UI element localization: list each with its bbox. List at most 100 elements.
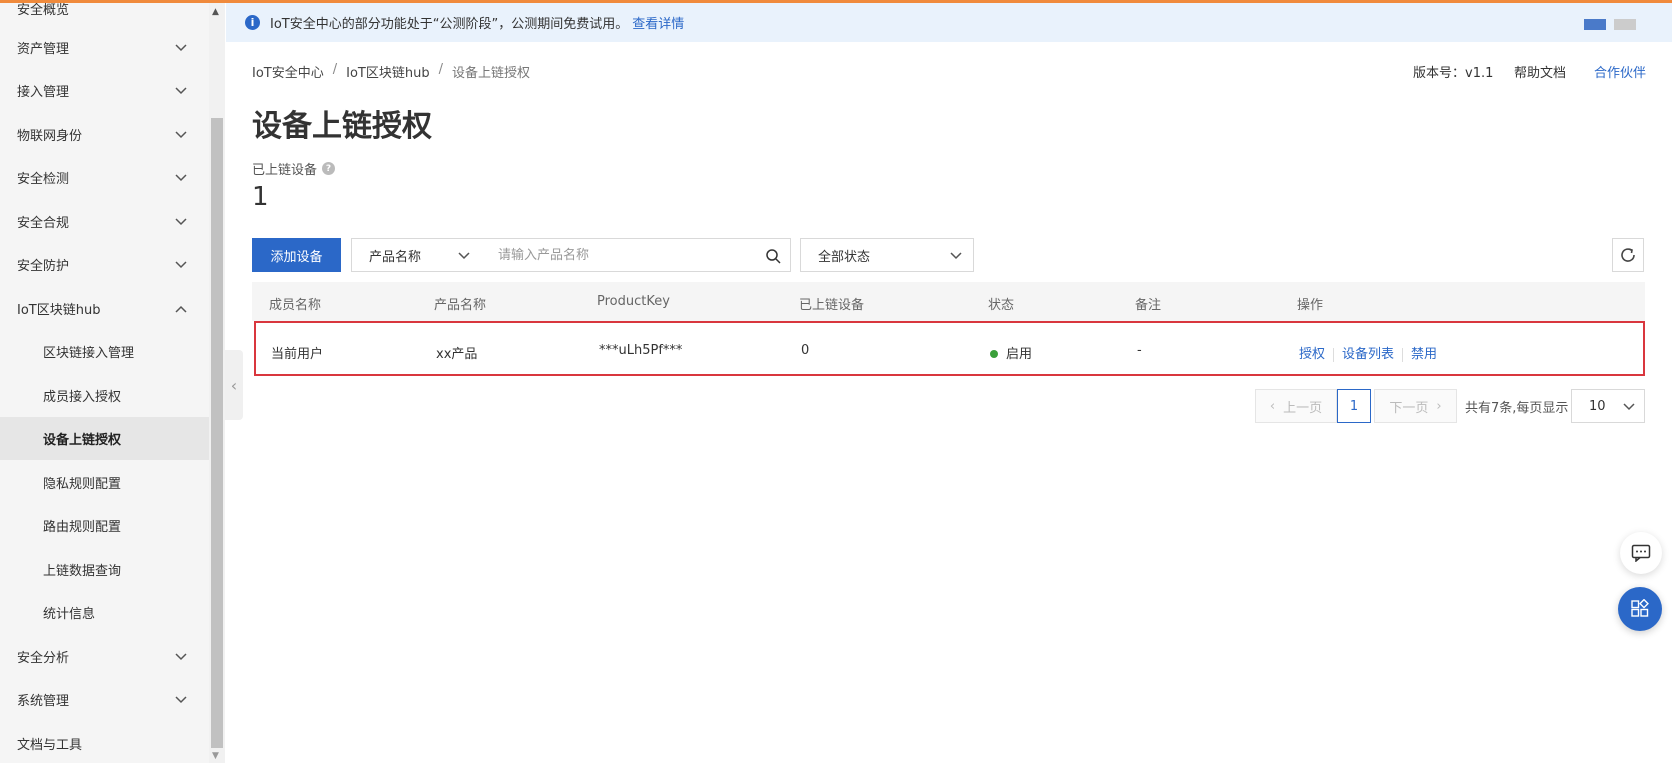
sidebar-item-label: 文档与工具 — [17, 738, 83, 753]
sidebar-item-label: 上链数据查询 — [43, 564, 122, 579]
cell-actions: 授权 设备列表 禁用 — [1299, 343, 1437, 362]
chevron-down-icon — [1623, 403, 1635, 411]
sidebar-item-label: 路由规则配置 — [43, 520, 122, 535]
banner-details-link[interactable]: 查看详情 — [632, 13, 684, 32]
sidebar-item-docs-tools[interactable]: 文档与工具 — [0, 722, 209, 763]
table-row: 当前用户 xx产品 ***uLh5Pf*** 0 启用 - 授权 设备列表 禁用 — [254, 321, 1645, 376]
sidebar-item-blockchain-hub[interactable]: IoT区块链hub — [0, 287, 209, 330]
stat-label: 已上链设备 ? — [252, 159, 336, 178]
sidebar-item-access[interactable]: 接入管理 — [0, 69, 209, 112]
page-number-current[interactable]: 1 — [1337, 389, 1371, 423]
sidebar-item-compliance[interactable]: 安全合规 — [0, 200, 209, 243]
authorize-link[interactable]: 授权 — [1299, 347, 1325, 362]
chevron-down-icon — [950, 252, 962, 260]
sidebar-item-chain-access[interactable]: 区块链接入管理 — [0, 330, 209, 373]
chevron-down-icon — [175, 44, 187, 52]
chevron-down-icon — [175, 131, 187, 139]
pagination-total: 共有7条,每页显示 — [1465, 401, 1569, 416]
chevron-down-icon — [175, 174, 187, 182]
sidebar-item-routing-rules[interactable]: 路由规则配置 — [0, 504, 209, 547]
sidebar-item-label: IoT区块链hub — [17, 303, 101, 318]
banner-indicator-active[interactable] — [1584, 19, 1606, 30]
scroll-up-arrow-icon[interactable]: ▲ — [212, 7, 219, 17]
sidebar-item-label: 安全防护 — [17, 259, 70, 274]
column-header: 状态 — [988, 298, 1015, 313]
sidebar-item-protection[interactable]: 安全防护 — [0, 243, 209, 286]
status-dot-icon — [990, 349, 998, 358]
page-title: 设备上链授权 — [252, 109, 432, 144]
next-page-label: 下一页 — [1389, 400, 1429, 416]
breadcrumb-item-home[interactable]: IoT安全中心 — [252, 62, 324, 81]
action-divider — [1333, 347, 1335, 362]
add-device-button[interactable]: 添加设备 — [252, 238, 341, 272]
sidebar-collapse-handle[interactable]: ‹ — [225, 350, 243, 420]
cell-remark: - — [1137, 343, 1142, 358]
stat-label-text: 已上链设备 — [252, 163, 318, 178]
sidebar-item-assets[interactable]: 资产管理 — [0, 26, 209, 69]
device-list-link[interactable]: 设备列表 — [1342, 347, 1394, 362]
search-box — [481, 238, 791, 272]
sidebar-item-iot-identity[interactable]: 物联网身份 — [0, 113, 209, 156]
column-header: ProductKey — [597, 294, 670, 309]
sidebar-item-statistics[interactable]: 统计信息 — [0, 591, 209, 634]
stat-value: 1 — [252, 182, 269, 212]
status-select[interactable]: 全部状态 — [800, 238, 974, 272]
disable-link[interactable]: 禁用 — [1411, 347, 1437, 362]
sidebar: 安全概览 资产管理 接入管理 物联网身份 安全检测 安全合规 安全防护 IoT区… — [0, 3, 209, 763]
info-icon: i — [245, 15, 260, 30]
sidebar-item-label: 区块链接入管理 — [43, 346, 135, 361]
cell-member: 当前用户 — [271, 347, 324, 362]
sidebar-item-label: 安全检测 — [17, 172, 70, 187]
help-docs-link[interactable]: 帮助文档 — [1514, 62, 1566, 81]
column-header: 已上链设备 — [799, 298, 865, 313]
sidebar-item-label: 系统管理 — [17, 694, 70, 709]
version-label: 版本号：v1.1 — [1413, 66, 1494, 81]
sidebar-item-member-auth[interactable]: 成员接入授权 — [0, 374, 209, 417]
chevron-down-icon — [175, 87, 187, 95]
sidebar-item-device-chain-auth[interactable]: 设备上链授权 — [0, 417, 209, 460]
question-icon[interactable]: ? — [322, 162, 336, 175]
partner-link[interactable]: 合作伙伴 — [1594, 62, 1646, 81]
sidebar-item-privacy-rules[interactable]: 隐私规则配置 — [0, 461, 209, 504]
apps-button[interactable] — [1618, 587, 1662, 631]
apps-icon — [1631, 599, 1649, 617]
sidebar-item-label: 接入管理 — [17, 85, 70, 100]
scrollbar-thumb[interactable] — [211, 118, 223, 748]
search-input[interactable] — [481, 239, 731, 271]
cell-devices: 0 — [801, 343, 810, 358]
sidebar-item-detection[interactable]: 安全检测 — [0, 156, 209, 199]
refresh-button[interactable] — [1612, 238, 1644, 272]
breadcrumb-separator: / — [332, 62, 338, 77]
chat-button[interactable] — [1620, 532, 1662, 574]
sidebar-scrollbar[interactable]: ▲ ▼ — [209, 3, 225, 763]
sidebar-item-label: 设备上链授权 — [43, 433, 122, 448]
sidebar-item-label: 安全概览 — [17, 3, 70, 18]
breadcrumb-item-hub[interactable]: IoT区块链hub — [346, 62, 429, 81]
status-text: 启用 — [1006, 347, 1033, 362]
sidebar-item-analysis[interactable]: 安全分析 — [0, 635, 209, 678]
sidebar-item-chain-data-query[interactable]: 上链数据查询 — [0, 548, 209, 591]
cell-status: 启用 — [990, 343, 1032, 362]
chevron-down-icon — [175, 696, 187, 704]
notice-banner: i IoT安全中心的部分功能处于“公测阶段”，公测期间免费试用。 查看详情 — [226, 3, 1672, 42]
column-header: 备注 — [1135, 298, 1162, 313]
breadcrumb: IoT安全中心 / IoT区块链hub / 设备上链授权 — [252, 62, 530, 81]
refresh-icon — [1621, 248, 1635, 262]
table-header: 成员名称 产品名称 ProductKey 已上链设备 状态 备注 操作 — [252, 282, 1645, 321]
breadcrumb-separator: / — [438, 62, 443, 77]
banner-indicator[interactable] — [1614, 19, 1636, 30]
search-icon[interactable] — [765, 248, 781, 264]
cell-product-key: ***uLh5Pf*** — [599, 343, 683, 358]
sidebar-item-system[interactable]: 系统管理 — [0, 678, 209, 721]
prev-page-button[interactable]: ‹ 上一页 — [1255, 389, 1337, 423]
chevron-down-icon — [175, 261, 187, 269]
chevron-left-icon: ‹ — [1269, 398, 1276, 414]
product-field-select[interactable]: 产品名称 — [351, 238, 482, 272]
next-page-button[interactable]: 下一页 › — [1374, 389, 1457, 423]
scroll-down-arrow-icon[interactable]: ▼ — [212, 751, 219, 761]
page-size-select[interactable]: 10 — [1571, 389, 1645, 423]
chevron-down-icon — [458, 252, 470, 260]
sidebar-item-label: 安全合规 — [17, 216, 70, 231]
column-header: 操作 — [1297, 298, 1324, 313]
column-header: 成员名称 — [269, 298, 322, 313]
